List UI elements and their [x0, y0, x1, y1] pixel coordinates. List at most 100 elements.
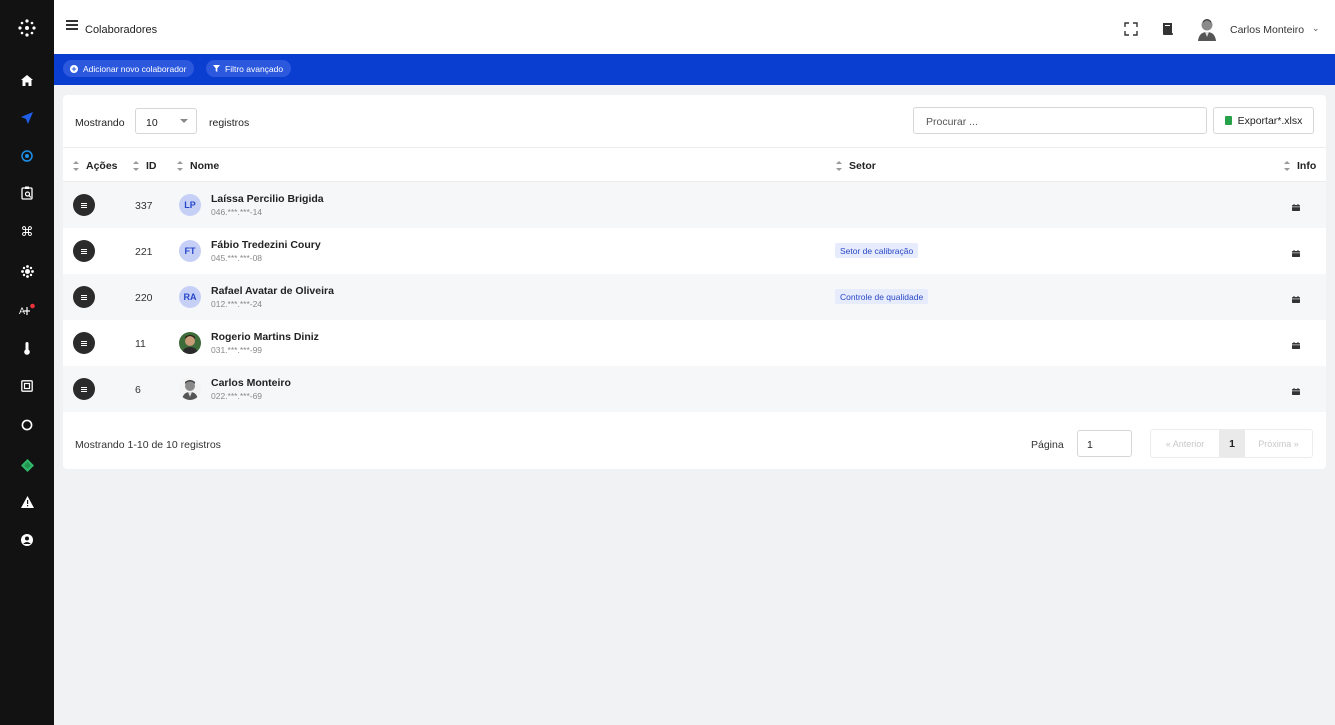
column-name[interactable]: Nome — [177, 160, 219, 172]
book-icon[interactable] — [1160, 21, 1176, 37]
page-number-input[interactable]: 1 — [1077, 430, 1132, 457]
pagination: « Anterior 1 Próxima » — [1150, 429, 1313, 458]
row-id: 337 — [135, 200, 153, 212]
row-menu-button[interactable] — [73, 378, 95, 400]
previous-page-button[interactable]: « Anterior — [1151, 430, 1219, 457]
column-info[interactable]: Info — [1284, 160, 1316, 172]
column-id-label: ID — [146, 160, 157, 172]
table-row[interactable]: 220 RA Rafael Avatar de Oliveira 012.***… — [63, 274, 1326, 320]
current-page-button[interactable]: 1 — [1219, 430, 1245, 457]
command-icon[interactable]: ⌘ — [0, 222, 54, 242]
warning-icon[interactable] — [0, 492, 54, 512]
menu-icon — [81, 340, 87, 346]
filter-icon — [213, 65, 220, 72]
chevron-down-icon[interactable]: ⌄ — [1312, 23, 1320, 34]
sector-badge: Setor de calibração — [835, 243, 919, 258]
avatar: RA — [179, 286, 201, 308]
row-menu-button[interactable] — [73, 194, 95, 216]
thermometer-icon[interactable] — [0, 338, 54, 358]
table-row[interactable]: 337 LP Laíssa Percilio Brigida 046.***.*… — [63, 182, 1326, 228]
showing-label: Mostrando — [75, 117, 125, 129]
table-row[interactable]: 11 Rogerio Martins Diniz 031.***.***-99 — [63, 320, 1326, 366]
target-icon[interactable] — [0, 146, 54, 166]
fullscreen-icon[interactable] — [1123, 21, 1139, 37]
person-name[interactable]: Laíssa Percilio Brigida — [211, 193, 324, 205]
plus-circle-icon — [70, 64, 78, 73]
person-document: 012.***.***-24 — [211, 299, 263, 309]
search-input[interactable]: Procurar ... — [913, 107, 1207, 134]
sort-icon — [177, 161, 183, 171]
person-document: 022.***.***-69 — [211, 391, 263, 401]
menu-icon — [81, 294, 87, 300]
sort-icon — [73, 161, 79, 171]
network-icon[interactable]: A — [0, 300, 54, 320]
row-id: 221 — [135, 246, 153, 258]
calendar-icon[interactable] — [1292, 202, 1300, 211]
calendar-icon[interactable] — [1292, 386, 1300, 395]
row-menu-button[interactable] — [73, 332, 95, 354]
diamond-icon[interactable] — [0, 455, 54, 475]
home-icon[interactable] — [0, 70, 54, 90]
caret-down-icon — [180, 119, 188, 123]
clipboard-search-icon[interactable] — [0, 183, 54, 203]
person-document: 046.***.***-14 — [211, 207, 263, 217]
column-sector-label: Setor — [849, 160, 876, 172]
calendar-icon[interactable] — [1292, 294, 1300, 303]
calendar-icon[interactable] — [1292, 340, 1300, 349]
row-menu-button[interactable] — [73, 286, 95, 308]
gears-icon[interactable] — [0, 261, 54, 281]
avatar — [179, 332, 201, 354]
sidebar: ⌘ A — [0, 0, 54, 725]
sort-icon — [836, 161, 842, 171]
sort-icon — [133, 161, 139, 171]
records-label: registros — [209, 117, 250, 129]
person-name[interactable]: Rogerio Martins Diniz — [211, 331, 319, 343]
column-actions[interactable]: Ações — [73, 160, 118, 172]
add-collaborator-button[interactable]: Adicionar novo colaborador — [63, 60, 195, 77]
send-icon[interactable] — [0, 108, 54, 128]
page-size-value: 10 — [146, 117, 158, 129]
memory-chip-icon[interactable] — [0, 376, 54, 396]
advanced-filter-button[interactable]: Filtro avançado — [206, 60, 292, 77]
menu-icon — [81, 202, 87, 208]
column-sector[interactable]: Setor — [836, 160, 876, 172]
column-name-label: Nome — [190, 160, 220, 172]
avatar: LP — [179, 194, 201, 216]
table-row[interactable]: 221 FT Fábio Tredezini Coury 045.***.***… — [63, 228, 1326, 274]
menu-icon[interactable] — [66, 20, 78, 34]
next-page-button[interactable]: Próxima » — [1245, 430, 1312, 457]
column-info-label: Info — [1297, 160, 1317, 172]
column-id[interactable]: ID — [133, 160, 157, 172]
user-name[interactable]: Carlos Monteiro — [1230, 24, 1304, 36]
page-size-select[interactable]: 10 — [135, 108, 197, 134]
action-bar: Adicionar novo colaborador Filtro avança… — [54, 54, 1335, 85]
row-id: 11 — [135, 338, 146, 350]
ring-icon[interactable] — [0, 415, 54, 435]
user-avatar[interactable] — [1196, 17, 1218, 41]
avatar: FT — [179, 240, 201, 262]
export-xlsx-button[interactable]: Exportar*.xlsx — [1213, 107, 1314, 134]
user-circle-icon[interactable] — [0, 530, 54, 550]
row-id: 6 — [135, 384, 141, 396]
row-menu-button[interactable] — [73, 240, 95, 262]
person-name[interactable]: Fábio Tredezini Coury — [211, 239, 321, 251]
page-title: Colaboradores — [85, 24, 158, 36]
person-document: 045.***.***-08 — [211, 253, 263, 263]
table-header: Ações ID Nome Setor Info — [63, 147, 1326, 182]
page-label: Página — [1031, 439, 1064, 451]
advanced-filter-label: Filtro avançado — [225, 63, 284, 74]
column-actions-label: Ações — [86, 160, 118, 172]
table-row[interactable]: 6 Carlos Monteiro 022.***.***-69 — [63, 366, 1326, 412]
person-name[interactable]: Rafael Avatar de Oliveira — [211, 285, 334, 297]
calendar-icon[interactable] — [1292, 248, 1300, 257]
row-id: 220 — [135, 292, 153, 304]
person-name[interactable]: Carlos Monteiro — [211, 377, 291, 389]
add-collaborator-label: Adicionar novo colaborador — [83, 63, 187, 74]
logo-icon[interactable] — [0, 16, 54, 40]
excel-icon — [1224, 116, 1232, 125]
records-summary: Mostrando 1-10 de 10 registros — [75, 439, 221, 451]
person-document: 031.***.***-99 — [211, 345, 263, 355]
sort-icon — [1284, 161, 1290, 171]
top-header: Colaboradores Carlos Monteiro ⌄ — [54, 0, 1335, 54]
collaborators-card: Mostrando 10 registros Procurar ... Expo… — [63, 95, 1326, 469]
